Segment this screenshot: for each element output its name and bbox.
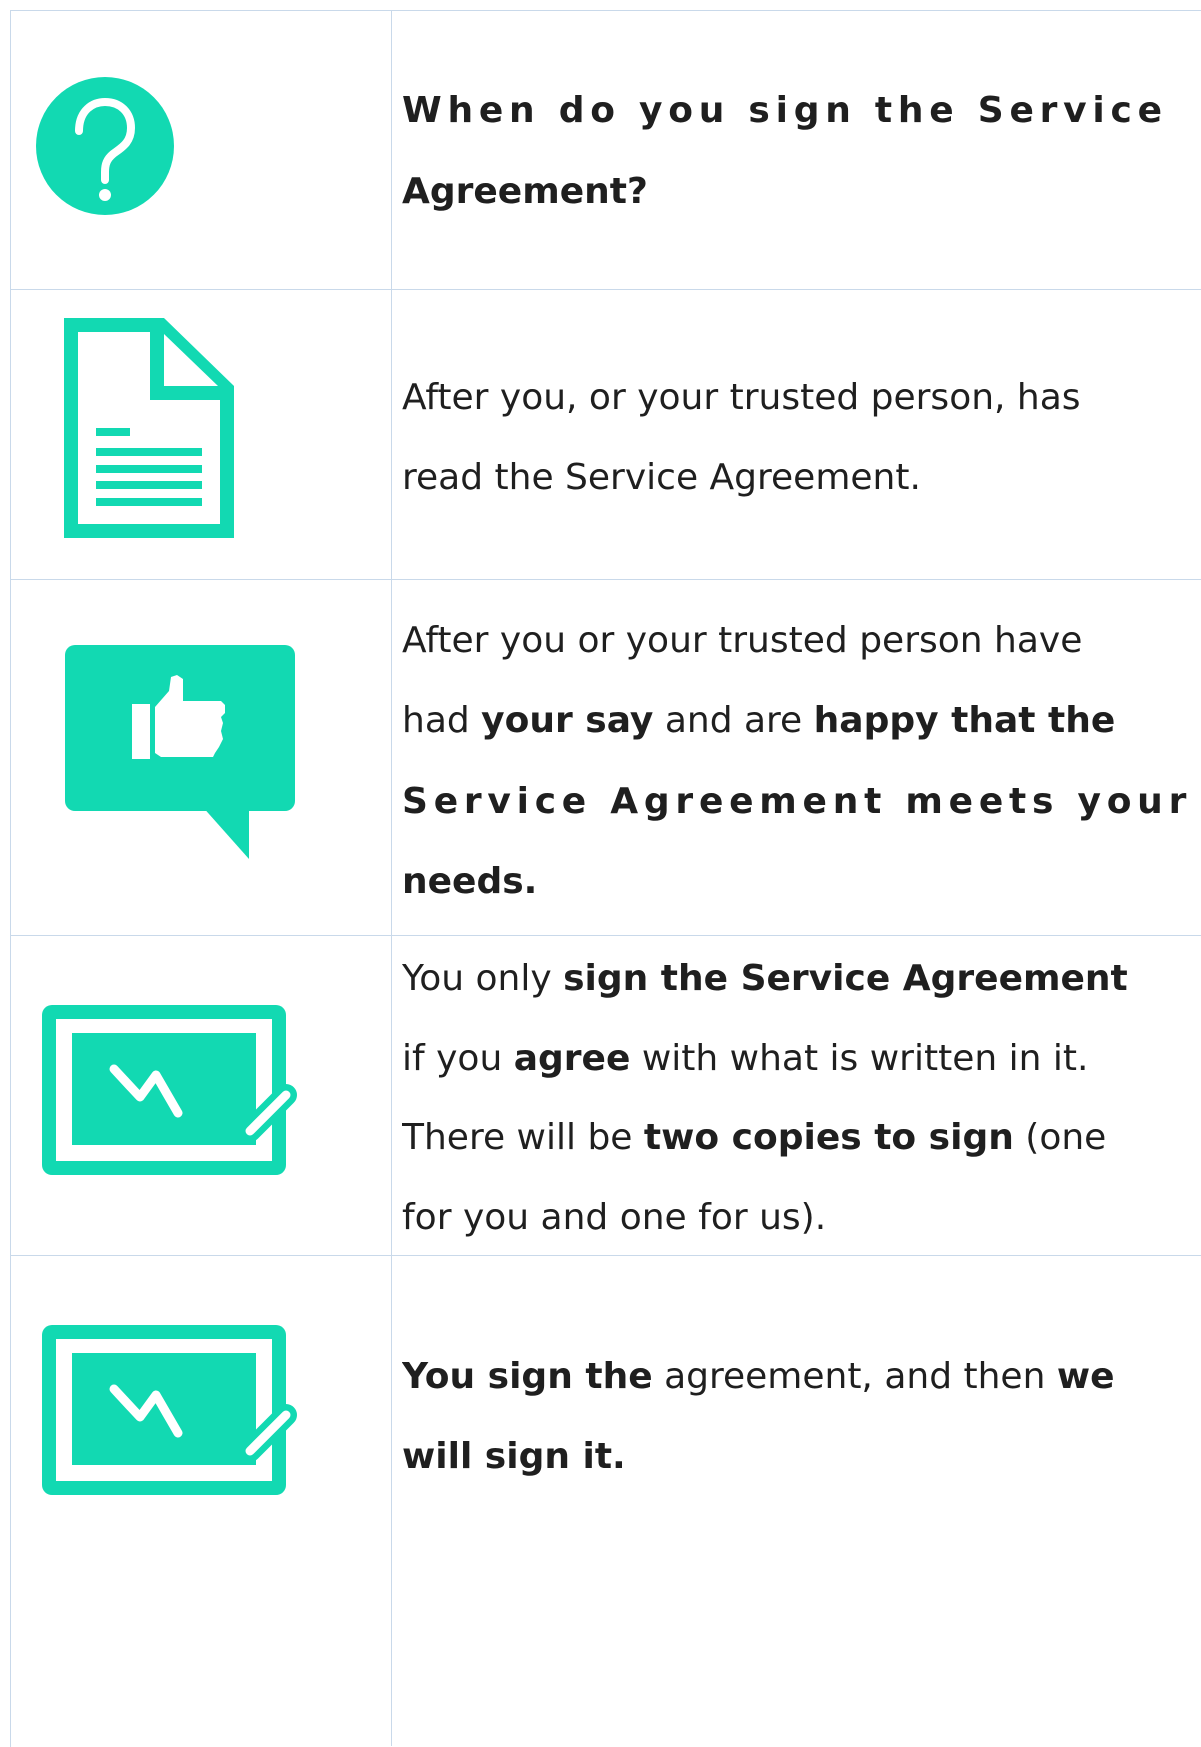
body-text: if you	[402, 1038, 514, 1079]
body-text: (one	[1013, 1117, 1107, 1158]
bold-text: your say	[481, 700, 654, 741]
body-text: agreement, and then	[652, 1356, 1057, 1397]
text-cell: You sign the agreement, and then we will …	[402, 1255, 1201, 1745]
signature-icon	[42, 1325, 297, 1495]
question-icon	[36, 77, 174, 215]
bold-text: When do you sign the Service	[402, 90, 1168, 131]
icon-cell	[10, 935, 391, 1255]
text-line: for you and one for us).	[402, 1198, 826, 1238]
table-row: When do you sign the Service Agreement?	[10, 10, 1201, 290]
bold-text: needs.	[402, 861, 538, 902]
bold-text: happy that the	[813, 700, 1116, 741]
text-cell: After you or your trusted person have had…	[402, 579, 1201, 935]
table-row: You only sign the Service Agreement if yo…	[10, 935, 1201, 1256]
icon-cell	[10, 289, 391, 579]
table-row: After you or your trusted person have had…	[10, 579, 1201, 936]
text-line: Agreement?	[402, 172, 648, 212]
signature-icon	[42, 1005, 297, 1175]
text-line: When do you sign the Service	[402, 91, 1168, 131]
text-line: After you or your trusted person have	[402, 621, 1082, 661]
text-line: Service Agreement meets your	[402, 782, 1192, 822]
bold-text: we	[1056, 1356, 1115, 1397]
text-line: had your say and are happy that the	[402, 701, 1115, 741]
bold-text: Agreement?	[402, 171, 648, 212]
bold-text: agree	[513, 1038, 631, 1079]
text-line: After you, or your trusted person, has	[402, 378, 1081, 418]
body-text: read the Service Agreement.	[402, 457, 921, 498]
text-line: There will be two copies to sign (one	[402, 1118, 1106, 1158]
text-cell: After you, or your trusted person, has re…	[402, 289, 1201, 579]
body-text: After you, or your trusted person, has	[402, 377, 1081, 418]
body-text: with what is written in it.	[630, 1038, 1089, 1079]
table-row: You sign the agreement, and then we will …	[10, 1255, 1201, 1745]
body-text: After you or your trusted person have	[402, 620, 1083, 661]
bold-text: two copies to sign	[643, 1117, 1014, 1158]
body-text: There will be	[402, 1117, 644, 1158]
text-line: You only sign the Service Agreement	[402, 959, 1128, 999]
bold-text: Service Agreement meets your	[402, 781, 1193, 822]
text-cell: When do you sign the Service Agreement?	[402, 10, 1201, 289]
text-cell: You only sign the Service Agreement if yo…	[402, 935, 1201, 1255]
text-line: will sign it.	[402, 1437, 626, 1477]
text-line: if you agree with what is written in it.	[402, 1039, 1088, 1079]
text-line: needs.	[402, 862, 537, 902]
text-line: You sign the agreement, and then we	[402, 1357, 1115, 1397]
icon-cell	[10, 10, 391, 289]
icon-cell	[10, 579, 391, 935]
bold-text: You sign the	[402, 1356, 653, 1397]
body-text: You only	[402, 958, 564, 999]
body-text: and are	[653, 700, 814, 741]
bold-text: sign the Service Agreement	[563, 958, 1128, 999]
table-row: After you, or your trusted person, has re…	[10, 289, 1201, 580]
body-text: for you and one for us).	[402, 1197, 827, 1238]
thumbs-up-speech-icon	[65, 645, 295, 859]
icon-cell	[10, 1255, 391, 1745]
bold-text: will sign it.	[402, 1436, 626, 1477]
body-text: had	[402, 700, 482, 741]
text-line: read the Service Agreement.	[402, 458, 921, 498]
document-icon	[64, 318, 234, 538]
